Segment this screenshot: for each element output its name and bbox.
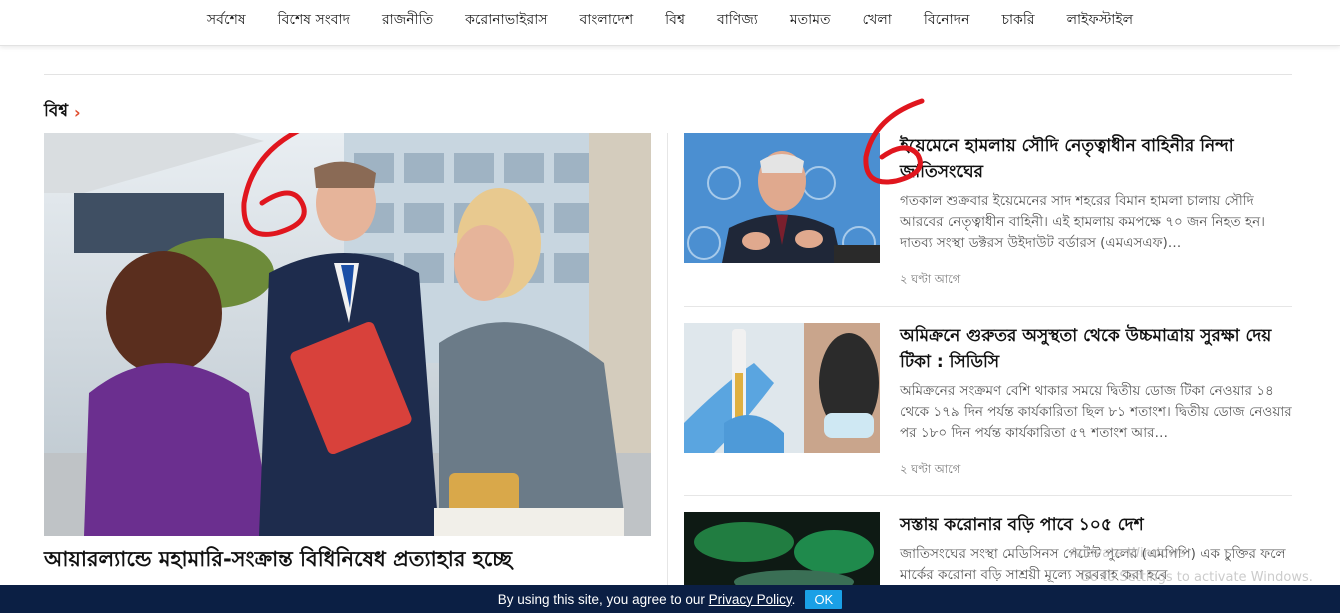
nav-item-lifestyle[interactable]: লাইফস্টাইল (1051, 8, 1150, 32)
nav-item-special-news[interactable]: বিশেষ সংবাদ (262, 8, 366, 32)
top-navigation: সর্বশেষ বিশেষ সংবাদ রাজনীতি করোনাভাইরাস … (0, 0, 1340, 46)
story-timestamp: ২ ঘণ্টা আগে (900, 462, 961, 476)
story-text: ইয়েমেনে হামলায় সৌদি নেতৃত্বাধীন বাহিনী… (900, 133, 1292, 254)
cookie-ok-button[interactable]: OK (805, 589, 843, 609)
section-title[interactable]: বিশ্ব (44, 98, 68, 126)
story-separator (684, 495, 1292, 496)
story-thumbnail[interactable] (684, 133, 880, 263)
story-headline[interactable]: ইয়েমেনে হামলায় সৌদি নেতৃত্বাধীন বাহিনী… (900, 133, 1292, 185)
nav-item-opinion[interactable]: মতামত (774, 8, 847, 32)
chevron-right-icon: › (74, 102, 81, 122)
story-headline[interactable]: সস্তায় করোনার বড়ি পাবে ১০৫ দেশ (900, 512, 1292, 538)
nav-item-business[interactable]: বাণিজ্য (701, 8, 774, 32)
story-photo (684, 133, 880, 263)
nav-item-bangladesh[interactable]: বাংলাদেশ (564, 8, 650, 32)
nav-item-politics[interactable]: রাজনীতি (366, 8, 449, 32)
story-item[interactable]: অমিক্রনে গুরুতর অসুস্থতা থেকে উচ্চমাত্রা… (684, 323, 1292, 493)
story-summary: অমিক্রনের সংক্রমণ বেশি থাকার সময়ে দ্বিত… (900, 383, 1292, 441)
privacy-policy-link[interactable]: Privacy Policy (709, 592, 792, 607)
lead-photo (44, 133, 651, 536)
column-divider (667, 133, 668, 593)
nav-item-latest[interactable]: সর্বশেষ (191, 8, 262, 32)
nav-list: সর্বশেষ বিশেষ সংবাদ রাজনীতি করোনাভাইরাস … (191, 8, 1149, 32)
story-timestamp: ২ ঘণ্টা আগে (900, 272, 961, 286)
nav-item-jobs[interactable]: চাকরি (985, 8, 1050, 32)
section-heading[interactable]: বিশ্ব › (44, 98, 81, 126)
os-watermark-line1: Activate Windows (1070, 546, 1186, 561)
nav-item-world[interactable]: বিশ্ব (649, 8, 701, 32)
lead-story-title[interactable]: আয়ারল্যান্ডে মহামারি-সংক্রান্ত বিধিনিষে… (44, 543, 654, 578)
lead-story-image[interactable] (44, 133, 651, 536)
story-separator (684, 306, 1292, 307)
story-item[interactable]: ইয়েমেনে হামলায় সৌদি নেতৃত্বাধীন বাহিনী… (684, 98, 1292, 303)
story-text: অমিক্রনে গুরুতর অসুস্থতা থেকে উচ্চমাত্রা… (900, 323, 1292, 444)
cookie-message: By using this site, you agree to our Pri… (498, 592, 796, 607)
section-top-rule (44, 74, 1292, 75)
cookie-consent-bar: By using this site, you agree to our Pri… (0, 585, 1340, 613)
nav-item-coronavirus[interactable]: করোনাভাইরাস (449, 8, 563, 32)
story-summary: গতকাল শুক্রবার ইয়েমেনের সাদ শহরের বিমান… (900, 193, 1265, 251)
story-photo (684, 323, 880, 453)
story-headline[interactable]: অমিক্রনে গুরুতর অসুস্থতা থেকে উচ্চমাত্রা… (900, 323, 1292, 375)
story-thumbnail[interactable] (684, 323, 880, 453)
nav-item-sports[interactable]: খেলা (847, 8, 908, 32)
nav-item-entertainment[interactable]: বিনোদন (908, 8, 986, 32)
os-watermark-line2: Go to Settings to activate Windows. (1080, 570, 1313, 585)
cookie-period: . (791, 591, 796, 607)
cookie-message-text: By using this site, you agree to our (497, 591, 705, 607)
